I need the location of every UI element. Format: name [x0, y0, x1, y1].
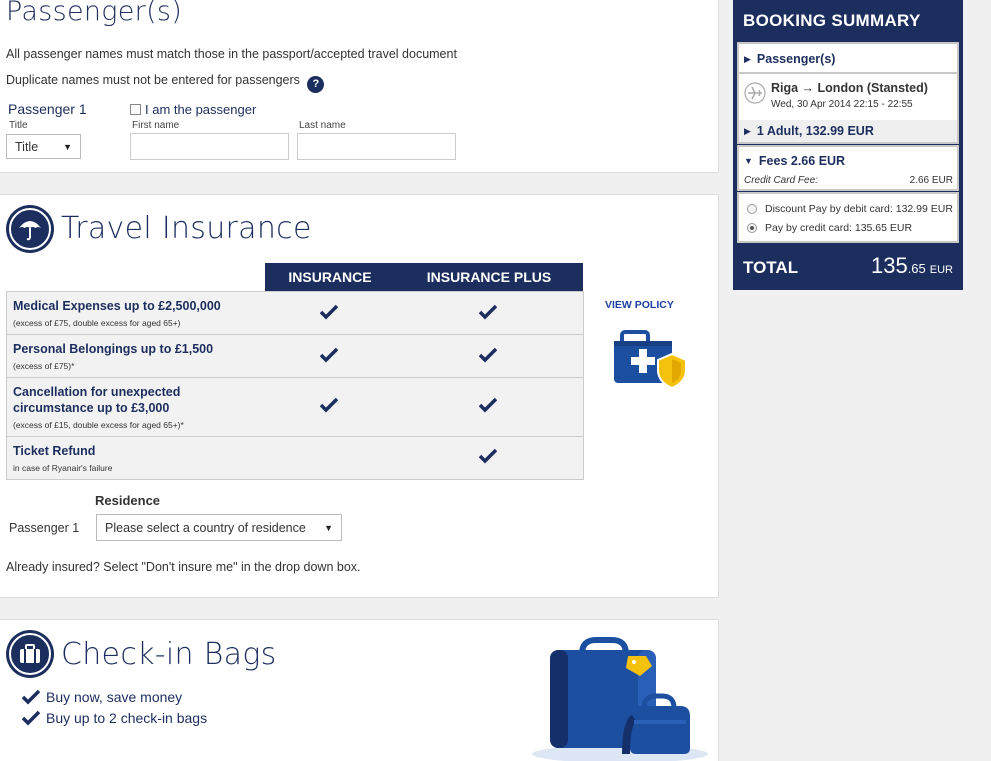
- table-row: Medical Expenses up to £2,500,000 (exces…: [7, 292, 583, 335]
- row-title-line2: circumstance up to £3,000: [13, 401, 170, 415]
- luggage-illustration-icon: [532, 637, 708, 761]
- last-name-label: Last name: [299, 120, 346, 131]
- total-label: TOTAL: [743, 258, 799, 277]
- total-major: 135: [870, 253, 908, 278]
- check-icon: [320, 304, 338, 320]
- row-subtitle: (excess of £15, double excess for aged 6…: [13, 420, 184, 430]
- first-name-label: First name: [132, 120, 180, 131]
- plane-icon: [744, 82, 766, 104]
- pay-credit-option[interactable]: Pay by credit card: 135.65 EUR: [747, 222, 912, 234]
- table-row: Ticket Refund in case of Ryanair's failu…: [7, 437, 583, 479]
- last-name-field[interactable]: [297, 133, 456, 160]
- bag-benefit-item: Buy up to 2 check-in bags: [22, 710, 207, 726]
- check-icon: [479, 448, 497, 464]
- pay-credit-label: Pay by credit card: 135.65 EUR: [765, 222, 913, 234]
- check-icon: [479, 304, 497, 320]
- row-title-line1: Cancellation for unexpected: [13, 385, 181, 399]
- passengers-title: Passenger(s): [6, 0, 183, 27]
- passenger-1-label: Passenger 1: [8, 101, 87, 117]
- passport-note: All passenger names must match those in …: [6, 47, 457, 61]
- view-policy-link[interactable]: VIEW POLICY: [605, 299, 674, 311]
- summary-adult-label: 1 Adult, 132.99 EUR: [756, 124, 874, 138]
- cc-fee-label: Credit Card Fee:: [744, 175, 818, 186]
- bag-benefit-item: Buy now, save money: [22, 689, 182, 705]
- duplicate-note: Duplicate names must not be entered for …: [6, 73, 300, 87]
- summary-flight-section: Riga → London (Stansted) Wed, 30 Apr 201…: [737, 72, 959, 144]
- checkin-bags-title: Check-in Bags: [61, 637, 277, 672]
- duplicate-note-line: Duplicate names must not be entered for …: [6, 73, 325, 93]
- i-am-passenger-label: I am the passenger: [145, 102, 257, 117]
- pay-debit-radio[interactable]: [747, 204, 757, 214]
- summary-route: Riga → London (Stansted): [771, 81, 928, 95]
- table-row: Personal Belongings up to £1,500 (excess…: [7, 335, 583, 378]
- residence-select-value: Please select a country of residence: [105, 520, 306, 535]
- row-title: Ticket Refund: [13, 444, 96, 458]
- check-icon: [22, 710, 40, 726]
- check-icon: [479, 347, 497, 363]
- check-icon: [320, 397, 338, 413]
- bag-benefit-text: Buy now, save money: [46, 689, 183, 705]
- total-minor: .65: [907, 261, 926, 276]
- booking-summary-title: BOOKING SUMMARY: [743, 11, 921, 30]
- medical-kit-shield-icon: [614, 330, 687, 390]
- insurance-passenger-1-label: Passenger 1: [9, 521, 80, 535]
- insurance-title: Travel Insurance: [61, 211, 312, 246]
- suitcase-icon: [6, 630, 54, 678]
- chevron-down-icon: ▼: [324, 522, 333, 533]
- cc-fee-value: 2.66 EUR: [909, 175, 953, 186]
- insurance-comparison-table: Medical Expenses up to £2,500,000 (exces…: [6, 291, 584, 480]
- row-subtitle: (excess of £75)*: [13, 361, 75, 371]
- first-name-field[interactable]: [130, 133, 289, 160]
- payment-options: Discount Pay by debit card: 132.99 EUR P…: [737, 192, 959, 243]
- check-icon: [22, 689, 40, 705]
- insurance-plus-column-header: INSURANCE PLUS: [395, 263, 583, 291]
- booking-summary: BOOKING SUMMARY ▶ Passenger(s) Riga → Lo…: [733, 0, 963, 290]
- check-icon: [479, 397, 497, 413]
- caret-down-icon: ▼: [744, 156, 753, 166]
- bag-benefit-text: Buy up to 2 check-in bags: [46, 710, 208, 726]
- summary-passengers-section[interactable]: ▶ Passenger(s): [737, 42, 959, 74]
- total-amount: 135 .65 EUR: [871, 253, 953, 279]
- summary-fees-section[interactable]: ▼ Fees 2.66 EUR Credit Card Fee: 2.66 EU…: [737, 145, 959, 191]
- summary-fees-label: Fees 2.66 EUR: [758, 154, 846, 168]
- title-select[interactable]: Title ▼: [6, 134, 81, 159]
- summary-passengers-toggle[interactable]: ▶ Passenger(s): [744, 52, 835, 66]
- caret-right-icon: ▶: [744, 125, 751, 136]
- residence-label: Residence: [95, 493, 161, 508]
- title-select-value: Title: [15, 139, 39, 154]
- summary-passengers-label: Passenger(s): [756, 52, 836, 66]
- umbrella-icon: [6, 205, 54, 253]
- pay-debit-option[interactable]: Discount Pay by debit card: 132.99 EUR: [747, 203, 953, 215]
- total-currency: EUR: [929, 264, 953, 276]
- row-subtitle: (excess of £75, double excess for aged 6…: [13, 318, 181, 328]
- help-icon[interactable]: ?: [307, 76, 325, 93]
- summary-adult-toggle[interactable]: ▶ 1 Adult, 132.99 EUR: [744, 124, 874, 138]
- pay-credit-radio[interactable]: [747, 223, 757, 233]
- passengers-panel: Passenger(s) All passenger names must ma…: [0, 0, 719, 173]
- chevron-down-icon: ▼: [63, 141, 72, 152]
- row-title: Personal Belongings up to £1,500: [13, 342, 214, 356]
- title-field-label: Title: [9, 120, 28, 131]
- insurance-column-header: INSURANCE: [265, 263, 395, 291]
- row-subtitle: in case of Ryanair's failure: [13, 463, 113, 473]
- checkin-bags-panel: Check-in Bags Buy now, save money Buy up…: [0, 619, 719, 761]
- already-insured-note: Already insured? Select "Don't insure me…: [6, 560, 361, 574]
- summary-flight-time: Wed, 30 Apr 2014 22:15 - 22:55: [771, 99, 913, 110]
- check-icon: [320, 347, 338, 363]
- i-am-passenger-checkbox[interactable]: I am the passenger: [130, 102, 256, 117]
- checkbox-box[interactable]: [130, 104, 141, 115]
- summary-adult-row[interactable]: ▶ 1 Adult, 132.99 EUR: [739, 120, 957, 142]
- table-row: Cancellation for unexpected circumstance…: [7, 378, 583, 437]
- pay-debit-label: Discount Pay by debit card: 132.99 EUR: [765, 203, 953, 215]
- summary-fees-toggle[interactable]: ▼ Fees 2.66 EUR: [744, 154, 845, 168]
- insurance-panel: Travel Insurance INSURANCE INSURANCE PLU…: [0, 194, 719, 598]
- residence-select[interactable]: Please select a country of residence ▼: [96, 514, 342, 541]
- caret-right-icon: ▶: [744, 53, 751, 64]
- booking-page: Passenger(s) All passenger names must ma…: [0, 0, 991, 761]
- row-title: Medical Expenses up to £2,500,000: [13, 299, 221, 313]
